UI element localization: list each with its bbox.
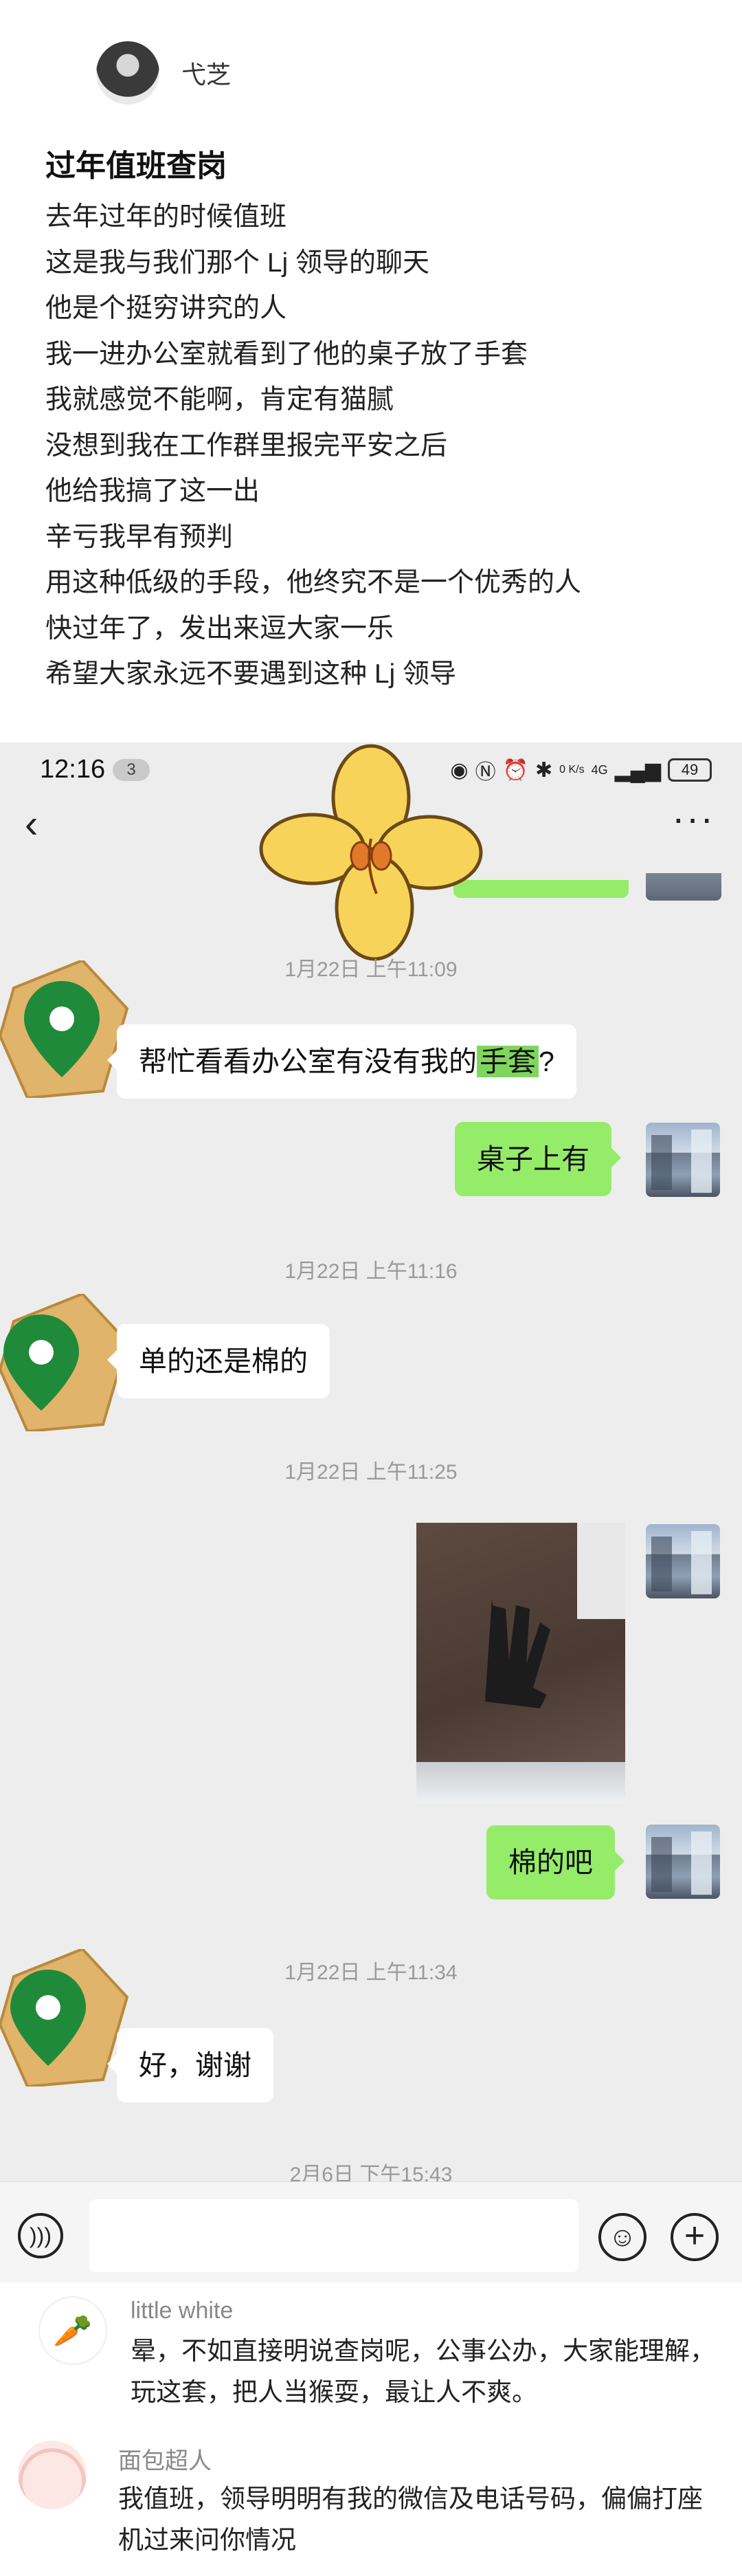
post: 弋芝 过年值班查岗 去年过年的时候值班 这是我与我们那个 Lj 领导的聊天 他是…: [0, 0, 742, 742]
avatar-self[interactable]: [646, 1825, 720, 1899]
plus-icon[interactable]: +: [671, 2213, 719, 2261]
message-bubble-in[interactable]: 单的还是棉的: [107, 1324, 330, 1398]
comment-text: 我值班，领导明明有我的微信及电话号码，偏偏打座机过来问你情况: [118, 2485, 703, 2554]
post-line: 我一进办公室就看到了他的桌子放了手套: [45, 339, 528, 369]
message-text: 帮忙看看办公室有没有我的: [139, 1046, 477, 1077]
post-line: 没想到我在工作群里报完平安之后: [45, 430, 448, 461]
message-bubble-out[interactable]: 桌子上有: [455, 1122, 621, 1196]
status-icons: ◉ Ⓝ ⏰ ✱ 0 K/s 4G ▂▄▆ 49: [450, 755, 712, 785]
battery-icon: 49: [668, 758, 712, 782]
author-avatar[interactable]: [96, 41, 159, 104]
more-icon[interactable]: ···: [672, 799, 715, 837]
back-chevron-icon[interactable]: ‹: [25, 804, 38, 844]
post-line: 希望大家永远不要遇到这种 Lj 领导: [45, 659, 457, 689]
post-body: 去年过年的时候值班 这是我与我们那个 Lj 领导的聊天 他是个挺穷讲究的人 我一…: [45, 195, 581, 698]
network-speed: 0 K/s: [559, 764, 585, 775]
notification-badge: 3: [113, 759, 150, 781]
location-pin-avatar-icon[interactable]: [0, 960, 131, 1098]
highlighted-text: 手套: [477, 1046, 539, 1077]
chat-timestamp: 1月22日 上午11:16: [284, 1260, 458, 1283]
message-text: 好，谢谢: [139, 2049, 251, 2081]
post-author[interactable]: 弋芝: [96, 41, 231, 104]
post-line: 快过年了，发出来逗大家一乐: [45, 613, 394, 643]
message-bubble-in[interactable]: 好，谢谢: [107, 2028, 273, 2102]
photo-floor: [416, 1762, 625, 1803]
message-bubble-out[interactable]: 棉的吧: [486, 1825, 625, 1900]
chat-input-bar: ))) ☺ +: [0, 2181, 742, 2282]
voice-icon[interactable]: ))): [18, 2213, 63, 2258]
comment-text: 晕，不如直接明说查岗呢，公事公办，大家能理解，玩这套，把人当猴耍，最让人不爽。: [131, 2337, 715, 2406]
glove-icon: [485, 1598, 550, 1708]
post-title: 过年值班查岗: [45, 149, 227, 183]
message-bubble-in[interactable]: 帮忙看看办公室有没有我的手套?: [107, 1024, 576, 1099]
emoji-icon[interactable]: ☺: [598, 2213, 647, 2261]
alarm-icon: ⏰: [502, 758, 528, 782]
post-line: 我就感觉不能啊，肯定有猫腻: [45, 385, 394, 415]
photo-paper: [577, 1523, 625, 1619]
post-line: 他是个挺穷讲究的人: [45, 294, 287, 323]
post-line: 去年过年的时候值班: [45, 202, 287, 232]
avatar-self[interactable]: [646, 1524, 720, 1598]
message-input[interactable]: [89, 2199, 578, 2272]
message-text: 桌子上有: [477, 1143, 589, 1175]
post-line: 这是我与我们那个 Lj 领导的聊天: [45, 247, 430, 278]
image-message[interactable]: [416, 1523, 625, 1803]
author-name[interactable]: 弋芝: [181, 55, 231, 91]
post-line: 他给我搞了这一出: [45, 476, 260, 506]
message-text: 单的还是棉的: [139, 1345, 308, 1377]
avatar-self[interactable]: [646, 873, 721, 901]
comment-user[interactable]: 面包超人: [118, 2442, 212, 2476]
bluetooth-icon: ✱: [535, 758, 553, 782]
avatar-self[interactable]: [646, 1123, 720, 1197]
message-text: 棉的吧: [508, 1847, 593, 1878]
message-text-suffix: ?: [539, 1046, 554, 1077]
chat-timestamp: 1月22日 上午11:25: [284, 1461, 458, 1484]
post-line: 辛亏我早有预判: [45, 522, 234, 552]
comment-user[interactable]: little white: [131, 2298, 233, 2324]
flower-sticker-icon: [259, 744, 483, 961]
status-time: 12:16: [40, 755, 106, 784]
signal-icon: 4G: [591, 762, 608, 777]
chat-screenshot: 12:16 3 ◉ Ⓝ ⏰ ✱ 0 K/s 4G ▂▄▆ 49 ‹ ··· 1月…: [0, 742, 742, 2282]
post-line: 用这种低级的手段，他终究不是一个优秀的人: [45, 568, 582, 597]
bunny-avatar[interactable]: [18, 2441, 87, 2509]
carrot-icon[interactable]: 🥕: [38, 2296, 107, 2365]
comments: 🥕 little white 晕，不如直接明说查岗呢，公事公办，大家能理解，玩这…: [0, 2282, 742, 2576]
signal-bars-icon: ▂▄▆: [614, 758, 661, 782]
